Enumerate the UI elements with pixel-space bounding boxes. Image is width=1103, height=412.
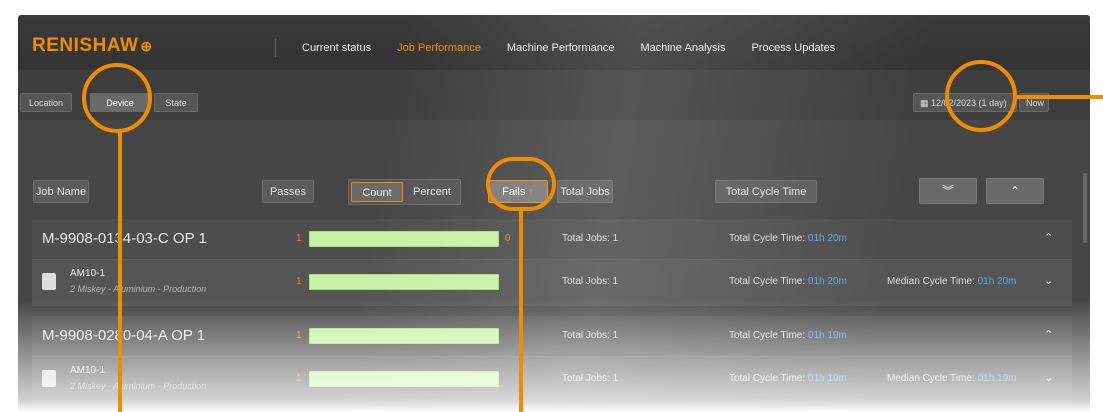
- nav-machine-performance[interactable]: Machine Performance: [507, 42, 615, 54]
- brand-mark-icon: ⊕: [140, 38, 153, 54]
- median-cycle-time: Median Cycle Time: 01h 19m: [887, 373, 1017, 384]
- device-name: AM10-1: [70, 365, 106, 376]
- expand-row-icon[interactable]: ⌄: [1044, 371, 1053, 384]
- median-cycle-label: Median Cycle Time:: [887, 373, 975, 384]
- total-cycle-label: Total Cycle Time:: [729, 276, 806, 287]
- device-subtitle: 2 Miskey - Aluminium - Production: [70, 284, 207, 294]
- filter-bar: Location Device State ▦ 12/02/2023 (1 da…: [18, 70, 1090, 120]
- calendar-icon: ▦: [920, 98, 932, 108]
- collapse-row-icon[interactable]: ⌃: [1044, 231, 1053, 244]
- nav-current-status[interactable]: Current status: [302, 42, 371, 54]
- machine-icon: [42, 273, 56, 290]
- divider: [275, 39, 276, 57]
- device-name: AM10-1: [70, 268, 106, 279]
- median-cycle-value: 01h 19m: [977, 373, 1017, 384]
- total-jobs: Total Jobs: 1: [562, 276, 619, 287]
- total-jobs-sort-button[interactable]: Total Jobs: [557, 180, 613, 203]
- device-row[interactable]: AM10-1 2 Miskey - Aluminium - Production…: [32, 259, 1072, 306]
- device-subtitle: 2 Miskey - Aluminium - Production: [70, 381, 207, 391]
- callout-fails-line: [519, 210, 523, 412]
- total-cycle-value: 01h 19m: [807, 330, 847, 341]
- total-jobs: Total Jobs: 1: [562, 233, 619, 244]
- passes-count: 1: [296, 330, 302, 341]
- total-cycle-label: Total Cycle Time:: [729, 330, 806, 341]
- total-jobs: Total Jobs: 1: [562, 330, 619, 341]
- pass-bar: [309, 371, 499, 387]
- expand-row-icon[interactable]: ⌄: [1044, 274, 1053, 287]
- scrollbar[interactable]: [1083, 173, 1087, 243]
- passes-count: 1: [296, 373, 302, 384]
- callout-date-line: [1015, 95, 1103, 99]
- median-cycle-label: Median Cycle Time:: [887, 276, 975, 287]
- job-name: M-9908-0134-03-C OP 1: [42, 230, 207, 247]
- passes-count: 1: [296, 276, 302, 287]
- total-cycle-time: Total Cycle Time: 01h 19m: [729, 373, 847, 384]
- state-filter-button[interactable]: State: [154, 93, 198, 112]
- pass-bar: [309, 274, 499, 290]
- chevron-up-icon: ⌃: [1009, 184, 1021, 198]
- passes-count: 1: [296, 233, 302, 244]
- nav-machine-analysis[interactable]: Machine Analysis: [640, 42, 725, 54]
- median-cycle-value: 01h 20m: [977, 276, 1017, 287]
- machine-icon: [42, 370, 56, 387]
- count-percent-toggle: Count Percent: [348, 179, 461, 205]
- job-row[interactable]: M-9908-0280-04-A OP 1 1 Total Jobs: 1 To…: [32, 316, 1072, 356]
- job-name: M-9908-0280-04-A OP 1: [42, 327, 206, 344]
- total-cycle-value: 01h 19m: [807, 373, 847, 384]
- percent-option[interactable]: Percent: [405, 182, 459, 202]
- top-navigation-bar: RENISHAW ⊕ Current status Job Performance…: [18, 15, 1090, 72]
- total-cycle-label: Total Cycle Time:: [729, 373, 806, 384]
- median-cycle-time: Median Cycle Time: 01h 20m: [887, 276, 1017, 287]
- total-cycle-time-sort-button[interactable]: Total Cycle Time: [715, 180, 817, 203]
- collapse-all-button[interactable]: ⌃: [986, 178, 1044, 204]
- main-nav: Current status Job Performance Machine P…: [302, 42, 861, 72]
- callout-fails-circle: [486, 157, 556, 211]
- total-cycle-time: Total Cycle Time: 01h 20m: [729, 233, 847, 244]
- callout-device-line: [118, 132, 122, 412]
- collapse-row-icon[interactable]: ⌃: [1044, 328, 1053, 341]
- nav-process-updates[interactable]: Process Updates: [751, 42, 835, 54]
- pass-bar: [309, 231, 499, 247]
- device-row[interactable]: AM10-1 2 Miskey - Aluminium - Production…: [32, 356, 1072, 403]
- job-performance-table: Job Name Passes Count Percent Fails ↑ To…: [18, 120, 1090, 412]
- job-row[interactable]: M-9908-0134-03-C OP 1 1 0 Total Jobs: 1 …: [32, 219, 1072, 259]
- chevron-double-down-icon: ︾: [941, 184, 954, 198]
- total-cycle-value: 01h 20m: [807, 233, 847, 244]
- total-cycle-label: Total Cycle Time:: [729, 233, 806, 244]
- location-filter-button[interactable]: Location: [20, 93, 72, 112]
- count-option[interactable]: Count: [351, 182, 403, 202]
- app-window: RENISHAW ⊕ Current status Job Performance…: [18, 15, 1090, 412]
- fails-count: 0: [505, 233, 511, 244]
- callout-date-circle: [945, 60, 1017, 132]
- total-cycle-time: Total Cycle Time: 01h 19m: [729, 330, 847, 341]
- pass-bar: [309, 328, 499, 344]
- callout-device-circle: [82, 63, 152, 133]
- expand-all-button[interactable]: ︾: [919, 178, 977, 204]
- renishaw-logo: RENISHAW ⊕: [32, 35, 153, 57]
- passes-sort-button[interactable]: Passes: [262, 180, 314, 203]
- brand-name: RENISHAW: [32, 35, 139, 56]
- total-cycle-value: 01h 20m: [807, 276, 847, 287]
- nav-job-performance[interactable]: Job Performance: [391, 42, 491, 72]
- total-jobs: Total Jobs: 1: [562, 373, 619, 384]
- total-cycle-time: Total Cycle Time: 01h 20m: [729, 276, 847, 287]
- job-name-sort-button[interactable]: Job Name: [33, 180, 89, 203]
